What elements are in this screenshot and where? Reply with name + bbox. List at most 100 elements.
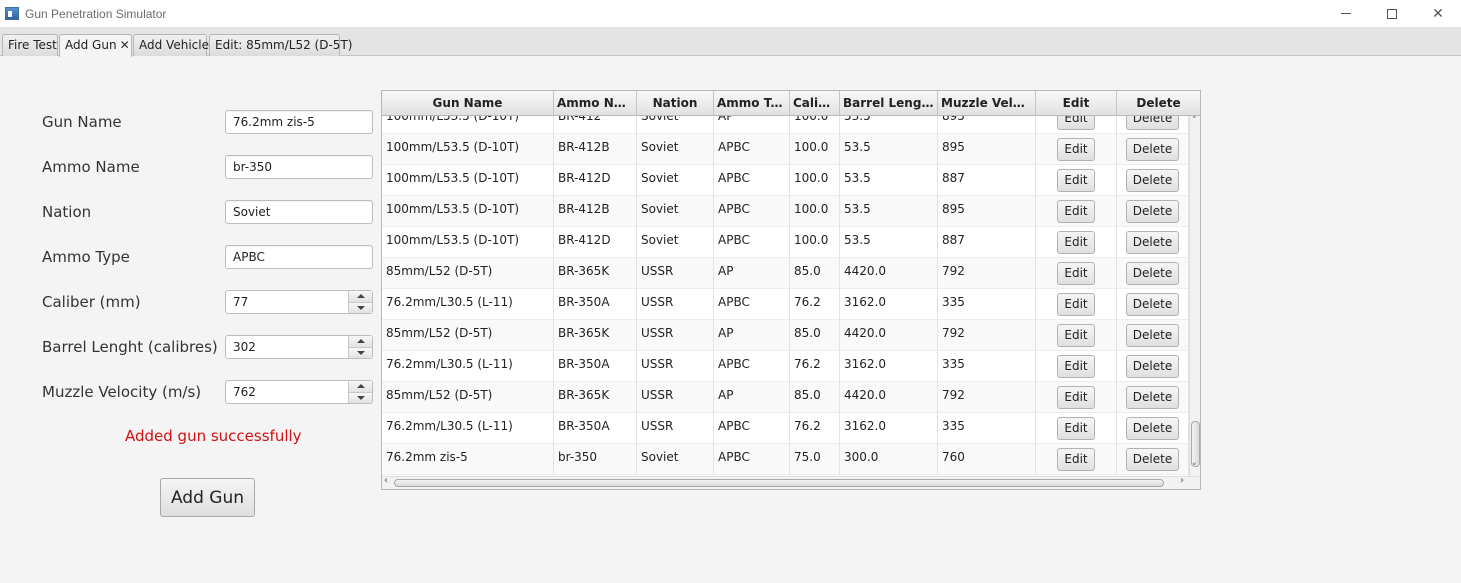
table-row[interactable]: 76.2mm/L30.5 (L-11) BR-350A USSR APBC 76.2 31… — [382, 413, 1189, 444]
delete-button[interactable]: Delete — [1125, 200, 1180, 223]
horizontal-scrollbar[interactable]: ‹ › — [382, 475, 1200, 489]
caliber-value[interactable]: 77 — [226, 291, 348, 313]
table-row[interactable]: 100mm/L53.5 (D-10T) BR-412D Soviet APBC 100.… — [382, 227, 1189, 258]
maximize-button[interactable] — [1369, 0, 1415, 27]
decrement-button[interactable] — [349, 301, 372, 313]
delete-button[interactable]: Delete — [1125, 169, 1180, 192]
arrow-down-icon — [356, 350, 365, 355]
muzzle-velocity-spinner[interactable]: 762 — [225, 380, 373, 404]
delete-cell: Delete — [1117, 227, 1189, 258]
table-cell: APBC — [714, 289, 790, 320]
edit-button[interactable]: Edit — [1057, 200, 1095, 223]
edit-cell: Edit — [1036, 289, 1117, 320]
table-cell: 4420.0 — [840, 320, 938, 351]
table-cell: USSR — [637, 351, 714, 382]
muzzle-velocity-value[interactable]: 762 — [226, 381, 348, 403]
delete-button[interactable]: Delete — [1125, 231, 1180, 254]
edit-button[interactable]: Edit — [1057, 262, 1095, 285]
delete-button[interactable]: Delete — [1125, 355, 1180, 378]
delete-cell: Delete — [1117, 320, 1189, 351]
scroll-down-icon[interactable]: ˅ — [1192, 463, 1197, 473]
edit-button[interactable]: Edit — [1057, 116, 1095, 130]
delete-button[interactable]: Delete — [1125, 448, 1180, 471]
table-cell: Soviet — [637, 227, 714, 258]
horizontal-scroll-thumb[interactable] — [394, 479, 1164, 487]
barrel-length-spinner[interactable]: 302 — [225, 335, 373, 359]
vertical-scroll-thumb[interactable] — [1191, 421, 1200, 467]
table-cell: 335 — [938, 289, 1036, 320]
gun-name-input[interactable]: 76.2mm zis-5 — [225, 110, 373, 134]
edit-button[interactable]: Edit — [1057, 355, 1095, 378]
table-cell: BR-350A — [554, 351, 637, 382]
increment-button[interactable] — [349, 336, 372, 347]
muzzle-velocity-arrows — [348, 381, 372, 403]
barrel-length-arrows — [348, 336, 372, 358]
delete-button[interactable]: Delete — [1125, 138, 1180, 161]
table-cell: 887 — [938, 227, 1036, 258]
column-header-muzzle-velocity[interactable]: Muzzle Veloci… — [938, 91, 1036, 116]
decrement-button[interactable] — [349, 391, 372, 403]
barrel-length-value[interactable]: 302 — [226, 336, 348, 358]
column-header-gun-name[interactable]: Gun Name — [382, 91, 554, 116]
edit-button[interactable]: Edit — [1057, 448, 1095, 471]
edit-button[interactable]: Edit — [1057, 386, 1095, 409]
tab-fire-test[interactable]: Fire Test — [2, 34, 58, 56]
edit-button[interactable]: Edit — [1057, 138, 1095, 161]
column-header-barrel-length[interactable]: Barrel Lenght … — [840, 91, 938, 116]
table-cell: 335 — [938, 351, 1036, 382]
scroll-left-icon[interactable]: ‹ — [384, 475, 388, 486]
caliber-spinner[interactable]: 77 — [225, 290, 373, 314]
edit-button[interactable]: Edit — [1057, 169, 1095, 192]
ammo-name-input[interactable]: br-350 — [225, 155, 373, 179]
close-window-button[interactable]: ✕ — [1415, 0, 1461, 27]
tab-edit-gun[interactable]: Edit: 85mm/L52 (D-5T) — [209, 34, 352, 56]
edit-cell: Edit — [1036, 196, 1117, 227]
column-header-ammo-type[interactable]: Ammo Type — [714, 91, 790, 116]
increment-button[interactable] — [349, 291, 372, 302]
caliber-arrows — [348, 291, 372, 313]
add-gun-button[interactable]: Add Gun — [160, 478, 255, 517]
table-row[interactable]: 100mm/L53.5 (D-10T) BR-412 Soviet AP 100.0 53… — [382, 116, 1189, 134]
decrement-button[interactable] — [349, 346, 372, 358]
tab-close-icon[interactable]: ✕ — [120, 38, 130, 52]
increment-button[interactable] — [349, 381, 372, 392]
ammo-type-input[interactable]: APBC — [225, 245, 373, 269]
column-header-nation[interactable]: Nation — [637, 91, 714, 116]
table-row[interactable]: 100mm/L53.5 (D-10T) BR-412B Soviet APBC 100.… — [382, 196, 1189, 227]
delete-button[interactable]: Delete — [1125, 116, 1180, 130]
scroll-right-icon[interactable]: › — [1180, 475, 1184, 486]
table-cell: 53.5 — [840, 227, 938, 258]
column-header-ammo-name[interactable]: Ammo Name — [554, 91, 637, 116]
column-header-caliber[interactable]: Calib… — [790, 91, 840, 116]
edit-button[interactable]: Edit — [1057, 417, 1095, 440]
edit-button[interactable]: Edit — [1057, 231, 1095, 254]
delete-button[interactable]: Delete — [1125, 417, 1180, 440]
tab-add-gun[interactable]: Add Gun ✕ — [59, 34, 132, 57]
delete-button[interactable]: Delete — [1125, 293, 1180, 316]
table-row[interactable]: 76.2mm zis-5 br-350 Soviet APBC 75.0 300.0 760… — [382, 444, 1189, 475]
table-body: 100mm/L53.5 (D-10T) BR-412 Soviet AP 100.0 53… — [382, 116, 1189, 476]
table-row[interactable]: 100mm/L53.5 (D-10T) BR-412B Soviet APBC 100.… — [382, 134, 1189, 165]
status-message: Added gun successfully — [125, 427, 302, 445]
vertical-scrollbar[interactable]: ˄ ˅ — [1189, 116, 1200, 476]
delete-button[interactable]: Delete — [1125, 386, 1180, 409]
edit-button[interactable]: Edit — [1057, 324, 1095, 347]
column-header-delete[interactable]: Delete — [1117, 91, 1200, 116]
table-cell: 100.0 — [790, 227, 840, 258]
table-row[interactable]: 85mm/L52 (D-5T) BR-365K USSR AP 85.0 4420.0 79… — [382, 320, 1189, 351]
delete-button[interactable]: Delete — [1125, 262, 1180, 285]
tab-add-vehicle[interactable]: Add Vehicle — [133, 34, 209, 56]
nation-label: Nation — [42, 203, 92, 221]
table-cell: 53.5 — [840, 116, 938, 134]
edit-button[interactable]: Edit — [1057, 293, 1095, 316]
column-header-edit[interactable]: Edit — [1036, 91, 1117, 116]
table-row[interactable]: 100mm/L53.5 (D-10T) BR-412D Soviet APBC 100.… — [382, 165, 1189, 196]
table-row[interactable]: 76.2mm/L30.5 (L-11) BR-350A USSR APBC 76.2 31… — [382, 351, 1189, 382]
table-row[interactable]: 85mm/L52 (D-5T) BR-365K USSR AP 85.0 4420.0 79… — [382, 382, 1189, 413]
table-row[interactable]: 76.2mm/L30.5 (L-11) BR-350A USSR APBC 76.2 31… — [382, 289, 1189, 320]
delete-button[interactable]: Delete — [1125, 324, 1180, 347]
minimize-button[interactable] — [1323, 0, 1369, 27]
scroll-up-icon[interactable]: ˄ — [1192, 116, 1197, 126]
table-row[interactable]: 85mm/L52 (D-5T) BR-365K USSR AP 85.0 4420.0 79… — [382, 258, 1189, 289]
nation-input[interactable]: Soviet — [225, 200, 373, 224]
